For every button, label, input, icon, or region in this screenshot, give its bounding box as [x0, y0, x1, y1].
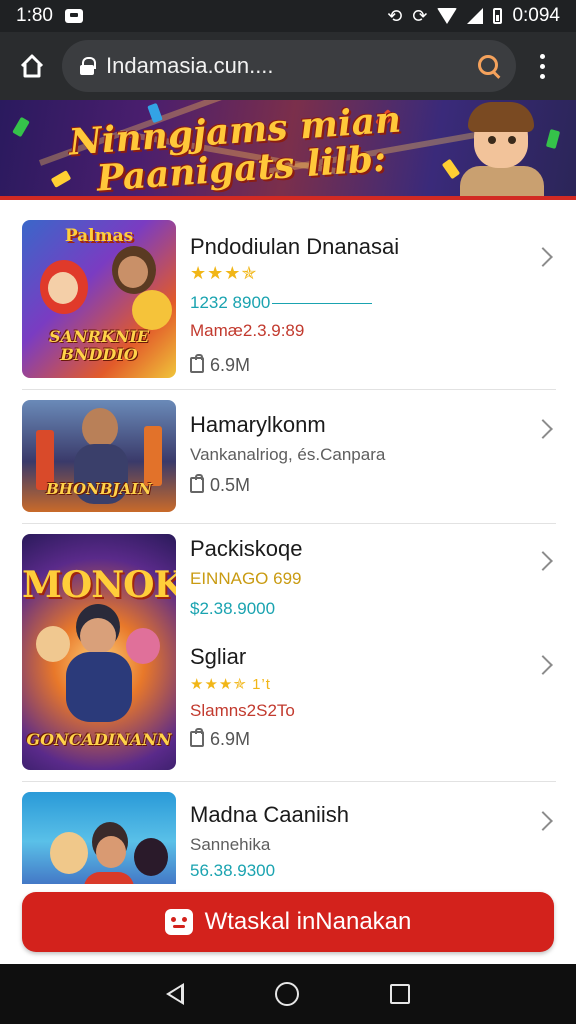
- status-bar: 1:80 ⟲ ⟳ 0:094: [0, 0, 576, 32]
- dot-icon: [539, 63, 545, 69]
- chevron-right-icon[interactable]: [533, 811, 553, 831]
- list-item[interactable]: Madna Caaniish Sannehika 56.38.9300: [22, 782, 556, 884]
- app-thumbnail: MONOK GONCADINANN: [22, 534, 176, 770]
- download-size-icon: [190, 354, 204, 373]
- price-text: 56.38.9300: [190, 861, 276, 880]
- thumbnail-label: GONCADINANN: [26, 730, 172, 749]
- app-list: Palmas SANRKNIE BNDDIO Pndodiulan Dnanas…: [0, 204, 576, 884]
- address-bar[interactable]: Indamasia.cun....: [62, 40, 516, 92]
- thumbnail-top-text: Palmas: [64, 226, 134, 246]
- battery-text: 0:094: [512, 5, 560, 26]
- developer-text: Vankanalriog, és.Canpara: [190, 445, 386, 464]
- url-text: Indamasia.cun....: [106, 53, 274, 78]
- chat-icon: [164, 909, 193, 935]
- home-icon: [20, 54, 44, 78]
- home-button[interactable]: [12, 46, 52, 86]
- subtitle-text: EINNAGO 699: [190, 569, 302, 588]
- back-icon[interactable]: [165, 983, 184, 1005]
- detail-text: Slamns2S2To: [190, 701, 295, 720]
- home-circle-icon[interactable]: [274, 982, 299, 1006]
- chevron-right-icon[interactable]: [533, 551, 553, 571]
- signal-icon: [467, 8, 484, 24]
- app-title: Sgliar: [190, 644, 247, 669]
- app-size: 0.5M: [210, 475, 251, 495]
- price-text: 1232 8900: [190, 293, 271, 312]
- rating-stars: ★★★✯ 1’t: [190, 676, 271, 693]
- wifi-icon: [437, 8, 458, 24]
- vibrate-icon: ⟳: [412, 5, 428, 26]
- banner-title: Ninngjams mian Paanigats lilb:: [67, 100, 403, 200]
- thumbnail-label: BHONBJAIN: [46, 480, 152, 498]
- primary-action-button[interactable]: Wtaskal inNanakan: [22, 892, 554, 952]
- download-size-icon: [190, 474, 204, 493]
- message-icon: [64, 9, 83, 23]
- app-size: 6.9M: [210, 729, 251, 749]
- lock-icon: [80, 57, 96, 75]
- app-title: Pndodiulan Dnanasai: [190, 234, 400, 259]
- system-navigation-bar: [0, 964, 576, 1024]
- chevron-right-icon[interactable]: [533, 419, 553, 439]
- thumbnail-label: SANRKNIE BNDDIO: [48, 327, 150, 364]
- app-thumbnail: Palmas SANRKNIE BNDDIO: [22, 220, 176, 378]
- list-item[interactable]: MONOK GONCADINANN Packiskoqe EINNAGO 699…: [22, 524, 556, 782]
- cta-label: Wtaskal inNanakan: [204, 908, 412, 935]
- browser-toolbar: Indamasia.cun....: [0, 32, 576, 100]
- promo-banner[interactable]: Ninngjams mian Paanigats lilb:: [0, 100, 576, 200]
- app-thumbnail: [22, 792, 176, 884]
- app-title: Madna Caaniish: [190, 802, 349, 827]
- detail-text: Mamæ2.3.9:89: [190, 321, 305, 340]
- status-time: 1:80: [16, 5, 53, 26]
- search-icon[interactable]: [476, 53, 502, 79]
- battery-icon: [493, 8, 503, 24]
- list-item[interactable]: BHONBJAIN Hamarylkonm Vankanalriog, és.C…: [22, 390, 556, 524]
- thumbnail-top-text: MONOK: [22, 564, 176, 606]
- price-text: $2.38.9000: [190, 599, 276, 618]
- overflow-menu-button[interactable]: [532, 46, 552, 86]
- rating-stars: ★★★✯: [190, 263, 258, 283]
- app-thumbnail: BHONBJAIN: [22, 400, 176, 512]
- dot-icon: [539, 53, 545, 59]
- dot-icon: [539, 73, 545, 79]
- chevron-right-icon[interactable]: [533, 247, 553, 267]
- recent-apps-icon[interactable]: [390, 984, 411, 1004]
- chevron-right-icon[interactable]: [533, 655, 553, 675]
- rotate-icon: ⟲: [387, 5, 403, 26]
- app-size: 6.9M: [210, 355, 251, 375]
- banner-character-image: [452, 102, 548, 196]
- list-item[interactable]: Palmas SANRKNIE BNDDIO Pndodiulan Dnanas…: [22, 218, 556, 390]
- app-title: Packiskoqe: [190, 536, 303, 561]
- app-title: Hamarylkonm: [190, 412, 326, 437]
- download-size-icon: [190, 728, 204, 747]
- developer-text: Sannehika: [190, 835, 271, 854]
